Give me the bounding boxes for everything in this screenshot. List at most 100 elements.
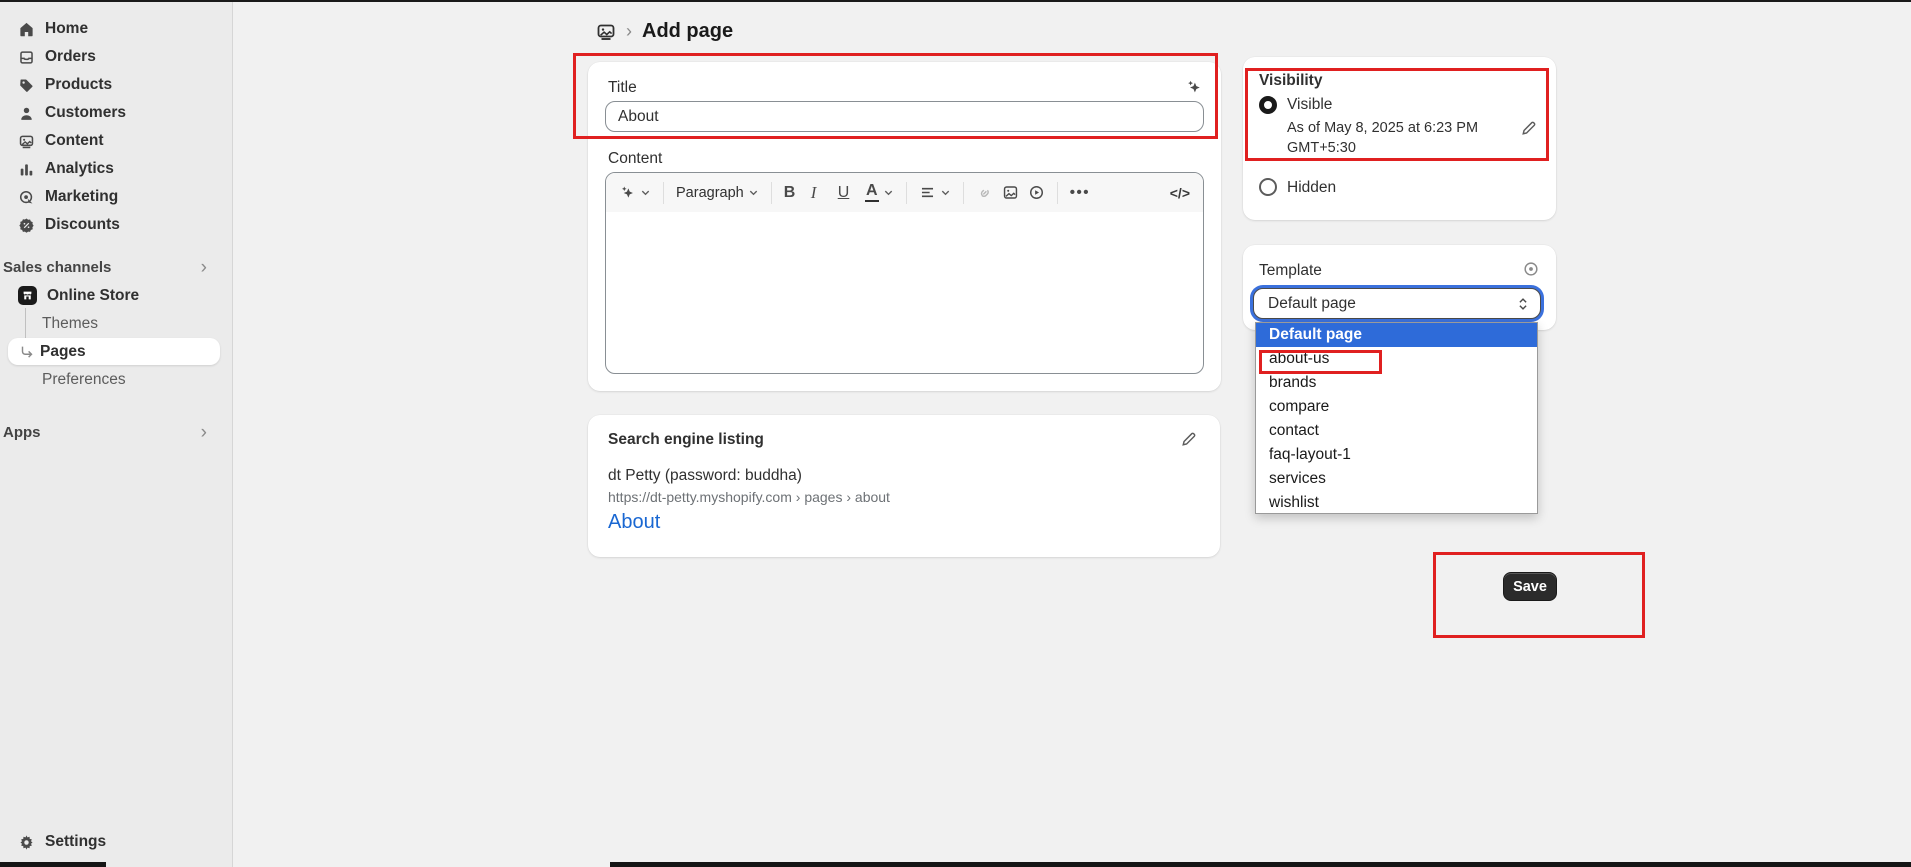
- template-option-about-us[interactable]: about-us: [1256, 347, 1537, 371]
- pages-label: Pages: [40, 343, 86, 361]
- pencil-icon[interactable]: [1520, 119, 1538, 137]
- more-options-button[interactable]: •••: [1070, 184, 1090, 201]
- template-select[interactable]: Default page: [1253, 288, 1541, 319]
- toolbar-divider: [771, 182, 772, 204]
- hidden-radio-label: Hidden: [1287, 179, 1336, 197]
- chevron-down-icon: [640, 187, 651, 198]
- sparkle-icon[interactable]: [1185, 78, 1203, 96]
- search-engine-listing-card: Search engine listing dt Petty (password…: [588, 415, 1220, 557]
- visible-radio-label: Visible: [1287, 96, 1332, 114]
- sidebar-item-pages[interactable]: Pages: [8, 338, 220, 365]
- sidebar-item-label: Orders: [45, 48, 96, 66]
- gear-icon: [18, 834, 35, 851]
- breadcrumb: › Add page: [596, 20, 733, 43]
- products-icon: [18, 77, 35, 94]
- content-field-label: Content: [608, 150, 662, 168]
- online-store-label: Online Store: [47, 287, 139, 305]
- template-option-brands[interactable]: brands: [1256, 371, 1537, 395]
- sidebar-item-label: Home: [45, 20, 88, 38]
- template-dropdown: Default page about-us brands compare con…: [1255, 322, 1538, 514]
- preferences-label: Preferences: [42, 371, 126, 389]
- visible-radio[interactable]: [1259, 96, 1277, 114]
- eye-icon[interactable]: [1522, 260, 1540, 278]
- play-circle-icon: [1028, 184, 1045, 201]
- template-option-faq-layout-1[interactable]: faq-layout-1: [1256, 443, 1537, 467]
- ai-assist-button[interactable]: [619, 184, 651, 201]
- sidebar-item-home[interactable]: Home: [8, 15, 220, 43]
- save-button[interactable]: Save: [1503, 572, 1557, 601]
- orders-icon: [18, 49, 35, 66]
- seo-site-line: dt Petty (password: buddha): [608, 467, 802, 485]
- bold-button[interactable]: B: [784, 184, 802, 202]
- template-option-services[interactable]: services: [1256, 467, 1537, 491]
- template-option-contact[interactable]: contact: [1256, 419, 1537, 443]
- link-icon: [976, 184, 993, 201]
- sidebar-item-online-store[interactable]: Online Store: [8, 282, 220, 309]
- settings-label: Settings: [45, 833, 106, 851]
- sales-channels-label: Sales channels: [3, 259, 111, 276]
- apps-label: Apps: [3, 424, 41, 441]
- sidebar-item-label: Marketing: [45, 188, 118, 206]
- breadcrumb-separator: ›: [626, 21, 632, 42]
- toolbar-divider: [906, 182, 907, 204]
- sidebar-item-themes[interactable]: Themes: [8, 310, 220, 337]
- sidebar-section-apps[interactable]: Apps ›: [3, 421, 221, 443]
- window-top-edge: [0, 0, 1911, 2]
- sidebar-item-products[interactable]: Products: [8, 71, 220, 99]
- template-option-compare[interactable]: compare: [1256, 395, 1537, 419]
- sidebar-item-label: Customers: [45, 104, 126, 122]
- analytics-icon: [18, 161, 35, 178]
- visibility-note: As of May 8, 2025 at 6:23 PMGMT+5:30: [1287, 118, 1487, 158]
- sidebar-item-label: Content: [45, 132, 104, 150]
- rich-text-editor: Paragraph B I U A: [605, 172, 1204, 374]
- sidebar-item-content[interactable]: Content: [8, 127, 220, 155]
- link-button: [976, 184, 993, 201]
- content-icon: [18, 133, 35, 150]
- underline-button[interactable]: U: [838, 184, 856, 202]
- sidebar: Home Orders Products Customers Content: [0, 2, 233, 867]
- title-input[interactable]: [605, 101, 1204, 132]
- seo-url-line: https://dt-petty.myshopify.com › pages ›…: [608, 489, 890, 505]
- sidebar-item-customers[interactable]: Customers: [8, 99, 220, 127]
- insert-image-button[interactable]: [1002, 184, 1019, 201]
- sidebar-item-label: Discounts: [45, 216, 120, 234]
- insert-video-button[interactable]: [1028, 184, 1045, 201]
- align-left-icon: [919, 184, 936, 201]
- paragraph-style-dropdown[interactable]: Paragraph: [676, 185, 759, 201]
- updown-chevrons-icon: [1516, 296, 1530, 312]
- discounts-icon: [18, 217, 35, 234]
- chevron-down-icon: [748, 187, 759, 198]
- chevron-down-icon: [940, 187, 951, 198]
- image-icon: [1002, 184, 1019, 201]
- template-select-value: Default page: [1268, 295, 1356, 313]
- sidebar-item-label: Products: [45, 76, 112, 94]
- italic-button[interactable]: I: [811, 183, 829, 203]
- sidebar-section-sales-channels[interactable]: Sales channels ›: [3, 256, 221, 278]
- toolbar-divider: [963, 182, 964, 204]
- sidebar-item-settings[interactable]: Settings: [8, 828, 220, 856]
- marketing-icon: [18, 189, 35, 206]
- page-icon[interactable]: [596, 22, 616, 42]
- code-view-button[interactable]: </>: [1170, 185, 1190, 201]
- sidebar-item-preferences[interactable]: Preferences: [8, 366, 220, 393]
- sidebar-item-marketing[interactable]: Marketing: [8, 183, 220, 211]
- window-bottom-edge-left: [0, 862, 106, 867]
- hidden-radio[interactable]: [1259, 178, 1277, 196]
- sidebar-item-analytics[interactable]: Analytics: [8, 155, 220, 183]
- text-color-button[interactable]: A: [865, 183, 894, 202]
- pencil-icon[interactable]: [1180, 430, 1198, 448]
- title-field-label: Title: [608, 79, 637, 97]
- shopify-admin-app: Home Orders Products Customers Content: [0, 0, 1911, 867]
- sidebar-item-discounts[interactable]: Discounts: [8, 211, 220, 239]
- sidebar-item-orders[interactable]: Orders: [8, 43, 220, 71]
- sparkle-icon: [619, 184, 636, 201]
- customers-icon: [18, 105, 35, 122]
- seo-card-heading: Search engine listing: [608, 431, 764, 449]
- template-option-default-page[interactable]: Default page: [1256, 323, 1537, 347]
- template-option-wishlist[interactable]: wishlist: [1256, 491, 1537, 515]
- editor-body[interactable]: [606, 212, 1203, 374]
- seo-page-title-link[interactable]: About: [608, 511, 660, 534]
- title-content-card: Title Content Paragraph B I U: [588, 62, 1221, 391]
- editor-toolbar: Paragraph B I U A: [606, 173, 1203, 212]
- alignment-button[interactable]: [919, 184, 951, 201]
